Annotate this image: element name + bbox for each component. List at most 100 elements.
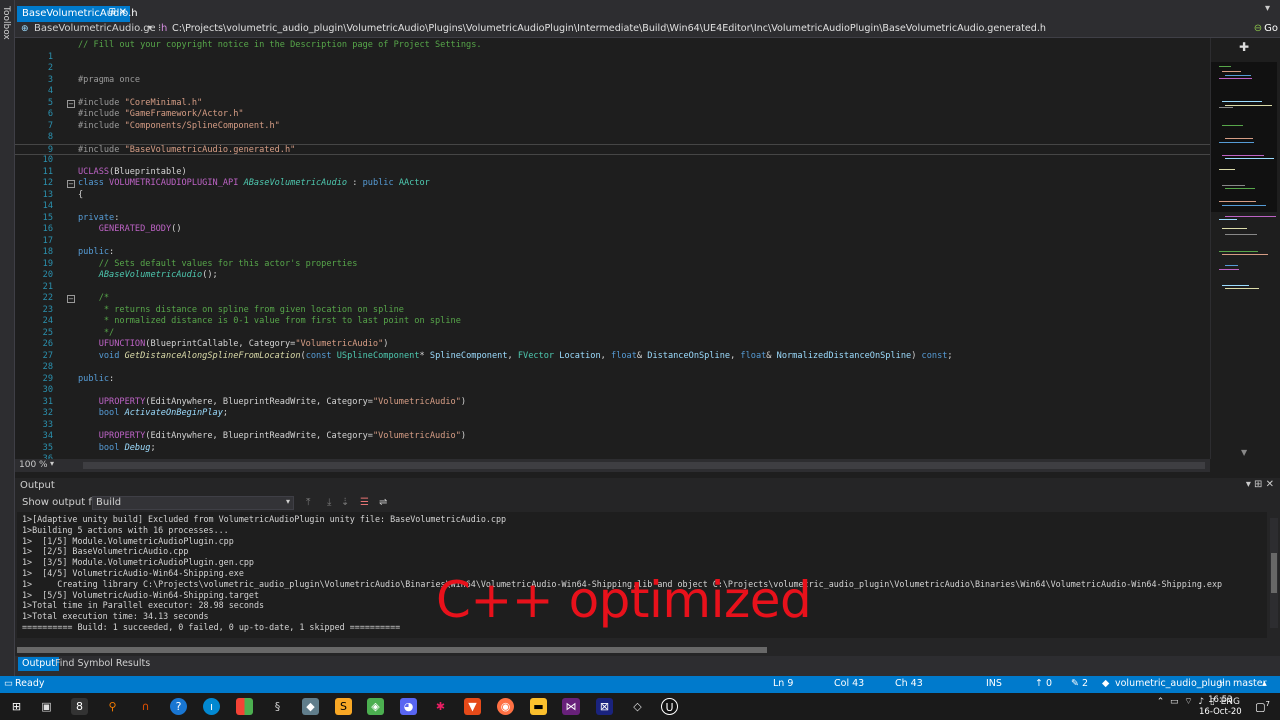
scroll-thumb[interactable] bbox=[17, 647, 767, 653]
code-line[interactable]: 2 bbox=[15, 63, 1210, 75]
code-line[interactable]: 12 class VOLUMETRICAUDIOPLUGIN_API ABaseV… bbox=[15, 178, 1210, 190]
output-line: 1>Total execution time: 34.13 seconds bbox=[22, 611, 209, 622]
code-line[interactable]: 14 bbox=[15, 201, 1210, 213]
network-icon[interactable]: ▭ bbox=[1170, 697, 1179, 707]
file-dropdown[interactable]: ⊕ BaseVolumetricAudio.gene ▾ bbox=[17, 23, 155, 37]
code-line[interactable]: 22 /* bbox=[15, 293, 1210, 305]
code-line[interactable]: 25 */ bbox=[15, 328, 1210, 340]
code-line[interactable]: 8 bbox=[15, 132, 1210, 144]
code-line[interactable]: 19 // Sets default values for this actor… bbox=[15, 259, 1210, 271]
firefox-icon[interactable]: ◉ bbox=[497, 698, 514, 715]
code-line[interactable]: 9 #include "BaseVolumetricAudio.generated… bbox=[15, 143, 1210, 155]
wifi-icon[interactable]: ⌔ bbox=[1184, 697, 1192, 707]
line-number: 29 bbox=[42, 373, 53, 384]
discord-icon[interactable]: ◕ bbox=[400, 698, 417, 715]
output-horizontal-scrollbar[interactable] bbox=[17, 646, 1257, 654]
code-line[interactable]: 31 UPROPERTY(EditAnywhere, BlueprintRead… bbox=[15, 397, 1210, 409]
brave-icon[interactable]: ▼ bbox=[464, 698, 481, 715]
code-line[interactable]: 7 #include "Components/SplineComponent.h" bbox=[15, 121, 1210, 133]
file-explorer-icon[interactable]: ▬ bbox=[530, 698, 547, 715]
tab-base-volumetric-audio-h[interactable]: BaseVolumetricAudio.h ⊞ ✕ bbox=[17, 6, 138, 22]
code-line[interactable]: 33 bbox=[15, 420, 1210, 432]
code-line[interactable]: 21 bbox=[15, 282, 1210, 294]
code-line[interactable]: 4 bbox=[15, 86, 1210, 98]
find-message-icon[interactable]: ⤒ bbox=[306, 497, 310, 508]
minimap-scrollbar[interactable]: ✚ ▼ bbox=[1210, 38, 1280, 459]
status-pending-changes[interactable]: ✎ 2 bbox=[1071, 678, 1088, 689]
app-8-icon[interactable]: 8 bbox=[71, 698, 88, 715]
panel-window-controls[interactable]: ▾ ⊞ ✕ bbox=[1246, 479, 1274, 490]
app-purple-icon[interactable]: ⊠ bbox=[596, 698, 613, 715]
chevron-up-icon[interactable]: ▴ bbox=[1262, 678, 1267, 689]
code-line[interactable]: 6 #include "GameFramework/Actor.h" bbox=[15, 109, 1210, 121]
toolbox-label[interactable]: Toolbox bbox=[1, 6, 11, 40]
code-line[interactable]: 24 * normalized distance is 0-1 value fr… bbox=[15, 316, 1210, 328]
code-line[interactable]: 1 bbox=[15, 52, 1210, 64]
code-line[interactable]: 11 UCLASS(Blueprintable) bbox=[15, 167, 1210, 179]
status-unpushed-commits[interactable]: ↑ 0 bbox=[1035, 678, 1052, 689]
tab-output[interactable]: Output bbox=[18, 657, 59, 671]
line-number: 33 bbox=[42, 419, 53, 430]
shield-icon[interactable]: ◆ bbox=[302, 698, 319, 715]
headset-icon[interactable]: ∩ bbox=[137, 698, 154, 715]
office-icon[interactable] bbox=[236, 698, 253, 715]
browser-icon[interactable]: ? bbox=[170, 698, 187, 715]
go-icon: ⊖ bbox=[1253, 23, 1263, 34]
chrome-like-icon[interactable]: ◈ bbox=[367, 698, 384, 715]
code-line[interactable]: 28 bbox=[15, 362, 1210, 374]
go-button[interactable]: ⊖ Go bbox=[1254, 23, 1278, 34]
status-repository[interactable]: volumetric_audio_plugin bbox=[1115, 678, 1231, 689]
code-line[interactable]: 23 * returns distance on spline from giv… bbox=[15, 305, 1210, 317]
code-line[interactable]: 10 bbox=[15, 155, 1210, 167]
code-line[interactable]: 3 #pragma once bbox=[15, 75, 1210, 87]
code-line[interactable]: 17 bbox=[15, 236, 1210, 248]
clear-all-icon[interactable]: ☰ bbox=[360, 497, 369, 508]
chevron-down-icon[interactable]: ▾ bbox=[50, 459, 54, 468]
prev-message-icon[interactable]: ⤓ bbox=[327, 497, 331, 508]
search-icon[interactable]: ⚲ bbox=[104, 698, 121, 715]
next-message-icon[interactable]: ⇣ bbox=[341, 497, 349, 508]
code-line[interactable]: 27 void GetDistanceAlongSplineFromLocati… bbox=[15, 351, 1210, 363]
code-line[interactable]: 15 private: bbox=[15, 213, 1210, 225]
zoom-level[interactable]: 100 % bbox=[19, 460, 48, 470]
code-line[interactable]: 20 ABaseVolumetricAudio(); bbox=[15, 270, 1210, 282]
code-line[interactable]: 34 UPROPERTY(EditAnywhere, BlueprintRead… bbox=[15, 431, 1210, 443]
code-editor[interactable]: − − − // Fill out your copyright notice in… bbox=[15, 38, 1210, 459]
code-line[interactable]: 35 bool Debug; bbox=[15, 443, 1210, 455]
task-view-icon[interactable]: ▣ bbox=[38, 698, 55, 715]
sync-icon[interactable]: § bbox=[269, 698, 286, 715]
word-wrap-icon[interactable]: ⇌ bbox=[379, 497, 387, 508]
output-source-select[interactable]: Build ▾ bbox=[92, 496, 294, 510]
sublime-icon[interactable]: S bbox=[335, 698, 352, 715]
code-line[interactable]: 32 bool ActivateOnBeginPlay; bbox=[15, 408, 1210, 420]
tab-find-symbol-results[interactable]: Find Symbol Results bbox=[55, 658, 150, 669]
code-line[interactable]: 26 UFUNCTION(BlueprintCallable, Category… bbox=[15, 339, 1210, 351]
scroll-down-icon[interactable]: ▼ bbox=[1241, 448, 1247, 457]
code-line[interactable]: 13 { bbox=[15, 190, 1210, 202]
scroll-thumb[interactable] bbox=[1271, 553, 1277, 593]
code-line[interactable]: // Fill out your copyright notice in the… bbox=[15, 40, 1210, 52]
tab-overflow-dropdown[interactable]: ▾ bbox=[1265, 3, 1270, 14]
chevron-up-icon[interactable]: ⌃ bbox=[1157, 697, 1165, 707]
notification-center-icon[interactable]: ▢7 bbox=[1255, 700, 1270, 714]
code-token: (EditAnywhere, BlueprintReadWrite, Categ… bbox=[145, 431, 373, 441]
split-window-icon[interactable]: ✚ bbox=[1239, 40, 1249, 54]
slack-icon[interactable]: ✱ bbox=[432, 698, 449, 715]
app-diamond-icon[interactable]: ◇ bbox=[629, 698, 646, 715]
code-line[interactable]: 18 public: bbox=[15, 247, 1210, 259]
toolbox-strip[interactable]: Toolbox bbox=[0, 0, 15, 680]
unreal-engine-icon[interactable]: U bbox=[661, 698, 678, 715]
clock[interactable]: 16:53 16-Oct-20 bbox=[1199, 694, 1242, 718]
minimap-viewport[interactable] bbox=[1211, 62, 1277, 212]
code-line[interactable]: 5 #include "CoreMinimal.h" bbox=[15, 98, 1210, 110]
code-line[interactable]: 29 public: bbox=[15, 374, 1210, 386]
visual-studio-icon[interactable]: ⋈ bbox=[562, 698, 580, 715]
close-icon[interactable]: ✕ bbox=[119, 7, 127, 18]
horizontal-scrollbar[interactable] bbox=[83, 462, 1205, 469]
code-line[interactable]: 16 GENERATED_BODY() bbox=[15, 224, 1210, 236]
output-vertical-scrollbar[interactable] bbox=[1270, 518, 1278, 628]
windows-start-icon[interactable]: ⊞ bbox=[8, 698, 25, 715]
pin-icon[interactable]: ⊞ bbox=[108, 7, 116, 17]
app-blue-icon[interactable]: ı bbox=[203, 698, 220, 715]
code-line[interactable]: 30 bbox=[15, 385, 1210, 397]
